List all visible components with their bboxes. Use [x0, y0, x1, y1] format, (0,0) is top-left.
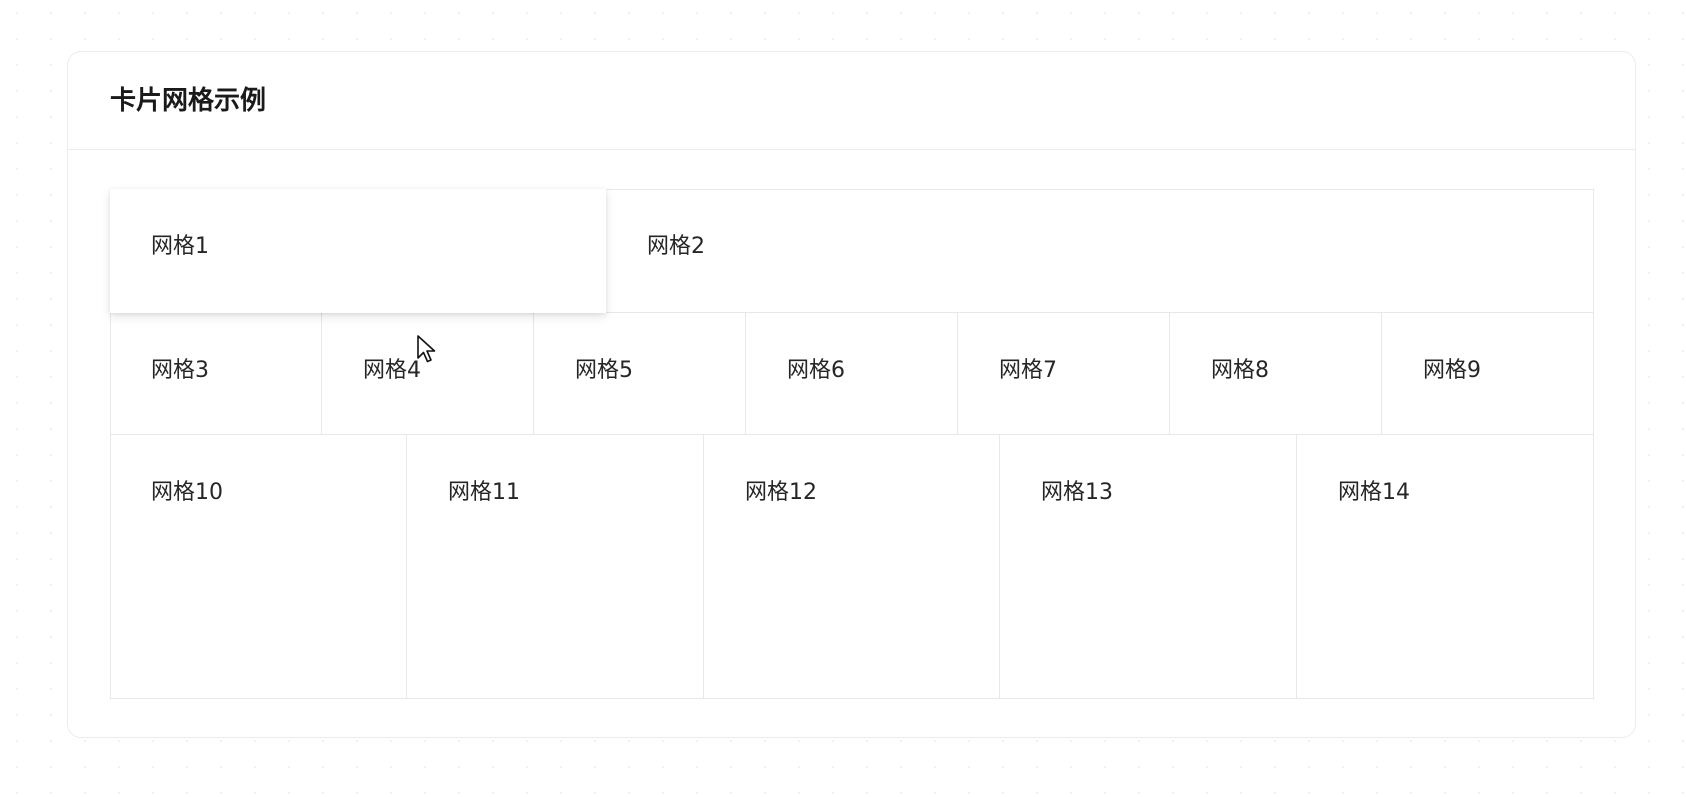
card: 卡片网格示例 网格1 网格2 网格3 网格4 网格5 网格6 网格7 网格8 网…	[67, 51, 1636, 738]
grid-item-12[interactable]: 网格12	[704, 435, 1000, 699]
card-grid: 网格1 网格2 网格3 网格4 网格5 网格6 网格7 网格8 网格9 网格10…	[110, 189, 1594, 699]
grid-item-label: 网格7	[999, 358, 1057, 383]
card-header: 卡片网格示例	[68, 52, 1635, 150]
grid-item-6[interactable]: 网格6	[746, 313, 958, 435]
grid-item-label: 网格11	[448, 480, 520, 505]
grid-item-13[interactable]: 网格13	[1000, 435, 1297, 699]
grid-item-4[interactable]: 网格4	[322, 313, 534, 435]
grid-item-label: 网格5	[575, 358, 633, 383]
grid-item-2[interactable]: 网格2	[606, 189, 1594, 313]
grid-item-7[interactable]: 网格7	[958, 313, 1170, 435]
grid-item-label: 网格14	[1338, 480, 1410, 505]
grid-item-label: 网格4	[363, 358, 421, 383]
grid-item-11[interactable]: 网格11	[407, 435, 704, 699]
grid-item-label: 网格3	[151, 358, 209, 383]
grid-item-14[interactable]: 网格14	[1297, 435, 1594, 699]
grid-item-5[interactable]: 网格5	[534, 313, 746, 435]
grid-item-label: 网格10	[151, 480, 223, 505]
mouse-pointer-icon	[417, 335, 436, 363]
grid-item-label: 网格9	[1423, 358, 1481, 383]
grid-item-9[interactable]: 网格9	[1382, 313, 1594, 435]
grid-item-8[interactable]: 网格8	[1170, 313, 1382, 435]
grid-item-label: 网格12	[745, 480, 817, 505]
page-canvas: 卡片网格示例 网格1 网格2 网格3 网格4 网格5 网格6 网格7 网格8 网…	[0, 0, 1686, 797]
grid-item-10[interactable]: 网格10	[110, 435, 407, 699]
card-title: 卡片网格示例	[110, 86, 267, 116]
grid-item-label: 网格2	[647, 234, 705, 259]
grid-item-1[interactable]: 网格1	[110, 189, 606, 313]
grid-item-3[interactable]: 网格3	[110, 313, 322, 435]
grid-item-label: 网格6	[787, 358, 845, 383]
grid-item-label: 网格8	[1211, 358, 1269, 383]
grid-item-label: 网格1	[151, 234, 209, 259]
grid-item-label: 网格13	[1041, 480, 1113, 505]
